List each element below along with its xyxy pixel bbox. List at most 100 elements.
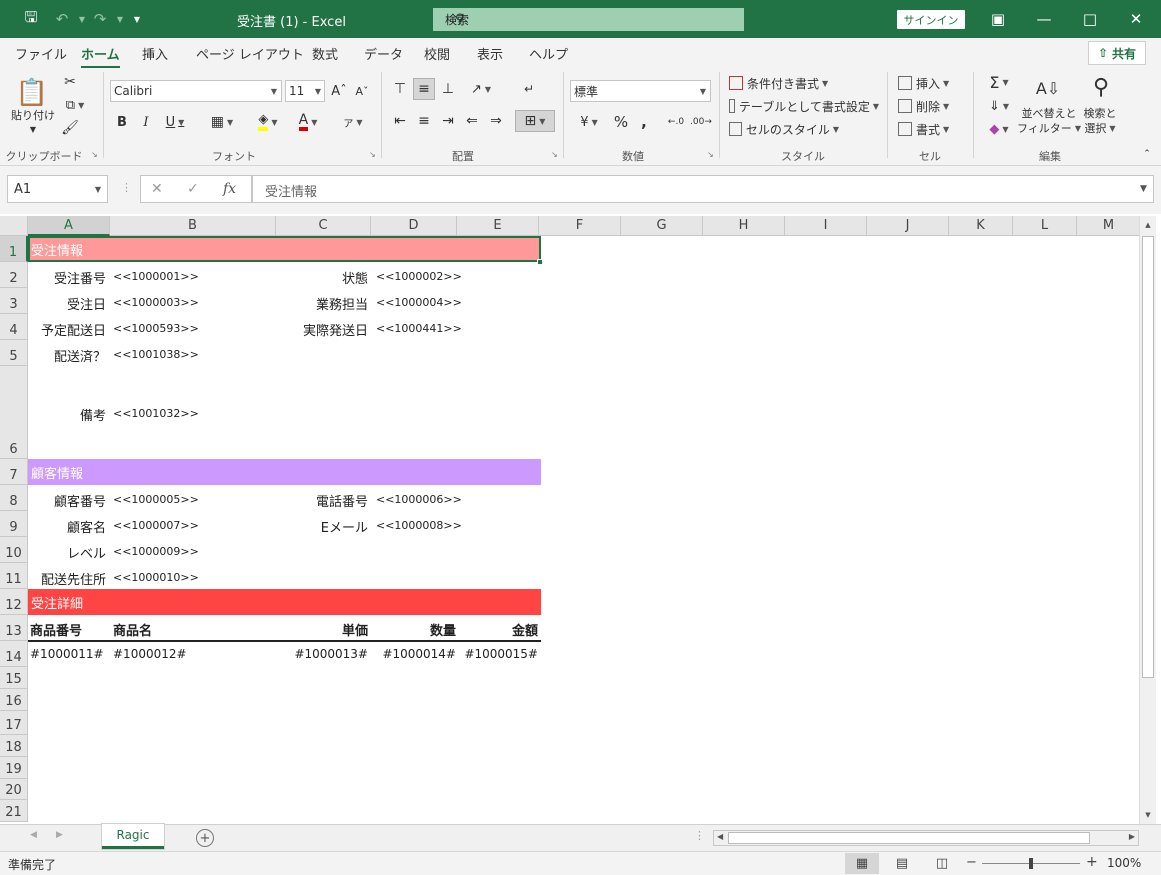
- grow-font-icon[interactable]: Aˆ: [329, 80, 349, 102]
- redo-icon[interactable]: ↷: [90, 9, 110, 29]
- column-header[interactable]: D: [371, 216, 457, 236]
- normal-view-icon[interactable]: ▦: [845, 853, 879, 874]
- align-middle-icon[interactable]: ≡: [413, 78, 435, 100]
- tab-insert[interactable]: 挿入: [142, 44, 168, 63]
- share-button[interactable]: ⇧ 共有: [1088, 41, 1146, 65]
- horizontal-scrollbar[interactable]: ◀ ▶: [713, 830, 1139, 846]
- cell-styles-button[interactable]: セルのスタイル ▼: [729, 119, 839, 139]
- row-header[interactable]: 14: [0, 641, 28, 667]
- row-header[interactable]: 11: [0, 563, 28, 589]
- select-all-corner[interactable]: [0, 216, 28, 236]
- value-order-date[interactable]: <<1000003>>: [113, 296, 199, 309]
- zoom-in-icon[interactable]: +: [1086, 854, 1098, 870]
- autosum-icon[interactable]: Σ ▼: [983, 71, 1015, 93]
- name-box[interactable]: A1 ▼: [7, 175, 108, 203]
- number-launcher-icon[interactable]: ↘: [707, 150, 714, 159]
- scroll-down-icon[interactable]: ▼: [1142, 809, 1154, 821]
- value-phone[interactable]: <<1000006>>: [376, 493, 462, 506]
- format-painter-icon[interactable]: 🖌: [60, 118, 80, 138]
- maximize-icon[interactable]: □: [1068, 5, 1112, 33]
- increase-decimal-icon[interactable]: ←.0: [665, 111, 687, 133]
- column-header[interactable]: C: [276, 216, 371, 236]
- tab-page-layout[interactable]: ページ レイアウト: [196, 44, 304, 63]
- value-planned-date[interactable]: <<1000593>>: [113, 322, 199, 335]
- find-select-button[interactable]: 検索と: [1080, 106, 1120, 120]
- clipboard-launcher-icon[interactable]: ↘: [91, 150, 98, 159]
- detail-cell-quantity[interactable]: #1000014#: [382, 647, 456, 661]
- shrink-font-icon[interactable]: Aˇ: [352, 80, 372, 102]
- row-header[interactable]: 4: [0, 314, 28, 340]
- conditional-format-button[interactable]: 条件付き書式 ▼: [729, 73, 839, 93]
- row-header[interactable]: 9: [0, 511, 28, 537]
- font-name-select[interactable]: Calibri ▼: [110, 80, 282, 102]
- section-customer-header[interactable]: 顧客情報: [28, 459, 541, 485]
- tab-split-grip-icon[interactable]: ⋮: [694, 829, 705, 842]
- column-header[interactable]: G: [621, 216, 703, 236]
- align-center-icon[interactable]: ≡: [413, 110, 435, 132]
- delete-cells-button[interactable]: 削除 ▼: [898, 96, 962, 116]
- font-launcher-icon[interactable]: ↘: [369, 150, 376, 159]
- minimize-icon[interactable]: —: [1022, 5, 1066, 33]
- orientation-icon[interactable]: ↗ ▼: [464, 78, 498, 100]
- align-right-icon[interactable]: ⇥: [438, 110, 458, 132]
- tab-data[interactable]: データ: [364, 44, 403, 63]
- row-header[interactable]: 18: [0, 735, 28, 757]
- row-header[interactable]: 20: [0, 779, 28, 800]
- detail-cell-product-name[interactable]: #1000012#: [113, 647, 187, 661]
- page-layout-view-icon[interactable]: ▤: [885, 853, 919, 874]
- increase-indent-icon[interactable]: ⇒: [486, 110, 506, 132]
- worksheet-grid[interactable]: ABCDEFGHIJKLM 1 2 3 4 5 6 7 8 9 10 11 12 13 14 15 16 17 1…: [0, 214, 1161, 824]
- font-size-select[interactable]: 11 ▼: [285, 80, 325, 102]
- find-select-label-2[interactable]: 選択 ▼: [1080, 121, 1120, 135]
- value-staff[interactable]: <<1000004>>: [376, 296, 462, 309]
- borders-icon[interactable]: ▦ ▼: [205, 111, 239, 133]
- next-sheet-icon[interactable]: ▶: [56, 830, 63, 840]
- cut-icon[interactable]: ✂: [60, 72, 80, 92]
- alignment-launcher-icon[interactable]: ↘: [551, 150, 558, 159]
- find-select-icon[interactable]: ⚲: [1086, 72, 1116, 102]
- underline-button[interactable]: U ▼: [160, 111, 190, 133]
- column-header[interactable]: L: [1013, 216, 1077, 236]
- value-status[interactable]: <<1000002>>: [376, 270, 462, 283]
- format-as-table-button[interactable]: テーブルとして書式設定 ▼: [729, 96, 879, 116]
- tab-formulas[interactable]: 数式: [312, 44, 338, 63]
- horizontal-scroll-thumb[interactable]: [728, 832, 1090, 844]
- collapse-ribbon-icon[interactable]: ⌃: [1140, 148, 1154, 160]
- save-icon[interactable]: 🖫: [21, 8, 41, 29]
- decrease-decimal-icon[interactable]: .00→: [690, 111, 712, 133]
- tab-review[interactable]: 校閲: [424, 44, 450, 63]
- value-address[interactable]: <<1000010>>: [113, 571, 199, 584]
- column-header[interactable]: F: [539, 216, 621, 236]
- align-left-icon[interactable]: ⇤: [390, 110, 410, 132]
- page-break-view-icon[interactable]: ◫: [925, 853, 959, 874]
- align-top-icon[interactable]: ⊤: [390, 78, 410, 100]
- wrap-text-icon[interactable]: ↵: [519, 78, 539, 100]
- row-header[interactable]: 17: [0, 711, 28, 735]
- phonetic-guide-icon[interactable]: ア ▼: [336, 111, 370, 133]
- value-customer-name[interactable]: <<1000007>>: [113, 519, 199, 532]
- sheet-tab[interactable]: Ragic: [102, 824, 164, 849]
- detail-cell-product-no[interactable]: #1000011#: [30, 647, 104, 661]
- sort-filter-button[interactable]: 並べ替えと: [1020, 106, 1078, 120]
- tab-help[interactable]: ヘルプ: [529, 44, 568, 63]
- row-header[interactable]: 8: [0, 485, 28, 511]
- column-header[interactable]: B: [110, 216, 276, 236]
- number-format-select[interactable]: 標準 ▼: [570, 80, 711, 102]
- value-email[interactable]: <<1000008>>: [376, 519, 462, 532]
- fill-icon[interactable]: ⇓ ▼: [983, 95, 1015, 117]
- search-box[interactable]: ⚲ 検索: [433, 8, 744, 31]
- detail-cell-unit-price[interactable]: #1000013#: [294, 647, 368, 661]
- add-sheet-icon[interactable]: +: [196, 829, 214, 847]
- section-detail-header[interactable]: 受注詳細: [28, 589, 541, 615]
- value-customer-no[interactable]: <<1000005>>: [113, 493, 199, 506]
- row-header[interactable]: 6: [0, 366, 28, 459]
- row-header[interactable]: 16: [0, 689, 28, 711]
- comma-style-icon[interactable]: ,: [635, 111, 653, 133]
- paste-button[interactable]: 貼り付け: [8, 108, 58, 122]
- insert-function-icon[interactable]: fx: [223, 181, 236, 197]
- zoom-out-icon[interactable]: −: [966, 855, 977, 870]
- value-shipped[interactable]: <<1001038>>: [113, 348, 199, 361]
- formula-input[interactable]: 受注情報: [252, 175, 1154, 203]
- clear-icon[interactable]: ◆ ▼: [983, 118, 1015, 140]
- close-icon[interactable]: ✕: [1114, 5, 1158, 33]
